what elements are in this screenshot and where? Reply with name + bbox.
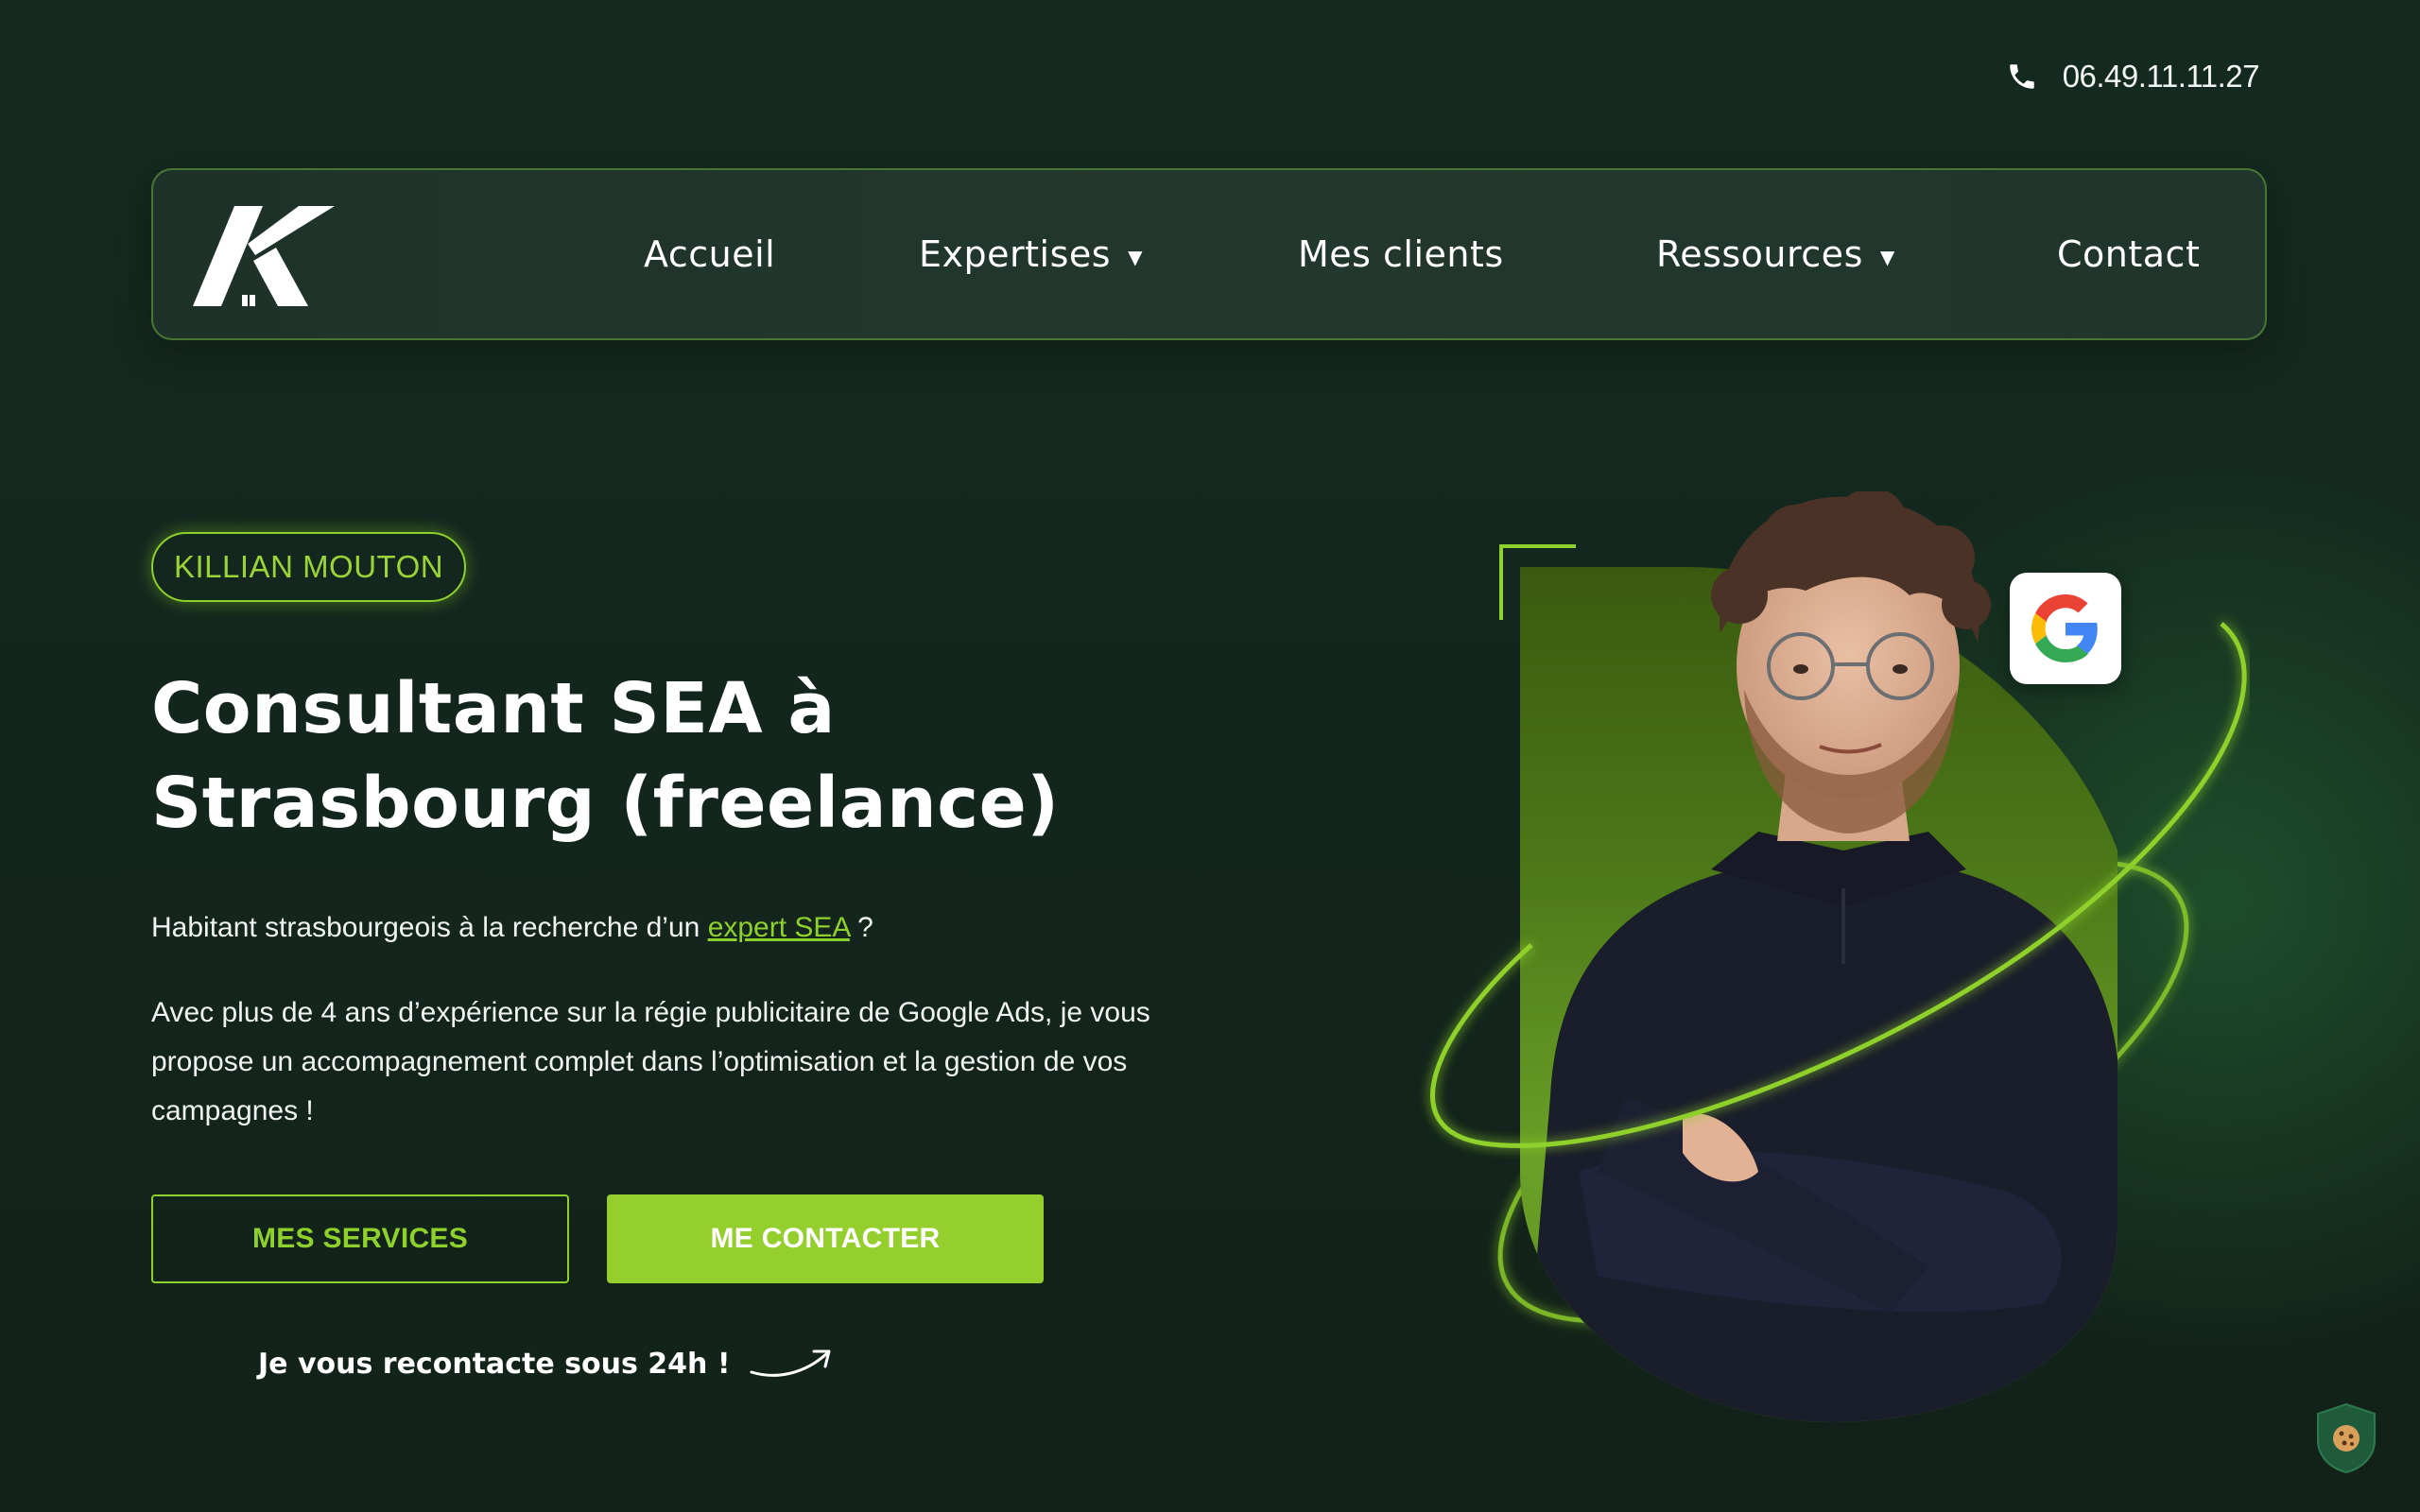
intro-question: Habitant strasbourgeois à la recherche d… bbox=[151, 912, 873, 944]
hero-visual bbox=[1399, 491, 2250, 1436]
intro-question-end: ? bbox=[849, 912, 873, 943]
phone-number: 06.49.11.11.27 bbox=[2062, 59, 2260, 94]
nav-expertises-label: Expertises bbox=[919, 233, 1112, 275]
google-g-icon bbox=[2031, 594, 2098, 662]
callback-note: Je vous recontacte sous 24h ! bbox=[258, 1342, 835, 1385]
main-navbar: Accueil Expertises ▼ Mes clients Ressour… bbox=[151, 168, 2267, 340]
contact-button[interactable]: ME CONTACTER bbox=[607, 1194, 1044, 1283]
nav-mes-clients-label: Mes clients bbox=[1298, 233, 1504, 275]
cookie-icon[interactable] bbox=[2316, 1402, 2377, 1474]
nav-accueil[interactable]: Accueil bbox=[644, 233, 775, 275]
nav-mes-clients[interactable]: Mes clients bbox=[1298, 233, 1504, 275]
nav-ressources[interactable]: Ressources ▼ bbox=[1656, 233, 1895, 275]
nav-expertises[interactable]: Expertises ▼ bbox=[919, 233, 1143, 275]
page-title: Consultant SEA à Strasbourg (freelance) bbox=[151, 662, 1333, 850]
consultant-portrait bbox=[1430, 491, 2247, 1422]
curved-arrow-icon bbox=[750, 1349, 831, 1377]
nav-accueil-label: Accueil bbox=[644, 233, 776, 275]
nav-contact[interactable]: Contact bbox=[2057, 233, 2200, 275]
chevron-down-icon: ▼ bbox=[1879, 246, 1895, 268]
page-title-line-2: Strasbourg (freelance) bbox=[151, 763, 1060, 844]
logo-k-icon bbox=[193, 206, 335, 306]
phone-icon bbox=[2009, 64, 2034, 89]
nav-contact-label: Contact bbox=[2057, 233, 2201, 275]
name-badge: KILLIAN MOUTON bbox=[151, 532, 467, 602]
services-button[interactable]: MES SERVICES bbox=[151, 1194, 569, 1283]
google-badge bbox=[2010, 573, 2121, 684]
page-title-line-1: Consultant SEA à bbox=[151, 668, 836, 749]
chevron-down-icon: ▼ bbox=[1128, 246, 1143, 268]
intro-question-start: Habitant strasbourgeois à la recherche d… bbox=[151, 912, 708, 943]
phone-link[interactable]: 06.49.11.11.27 bbox=[2006, 59, 2260, 94]
expert-sea-link[interactable]: expert SEA bbox=[708, 912, 850, 943]
intro-paragraph: Avec plus de 4 ans d’expérience sur la r… bbox=[151, 997, 1150, 1126]
callback-note-text: Je vous recontacte sous 24h ! bbox=[258, 1347, 731, 1381]
nav-ressources-label: Ressources bbox=[1656, 233, 1863, 275]
